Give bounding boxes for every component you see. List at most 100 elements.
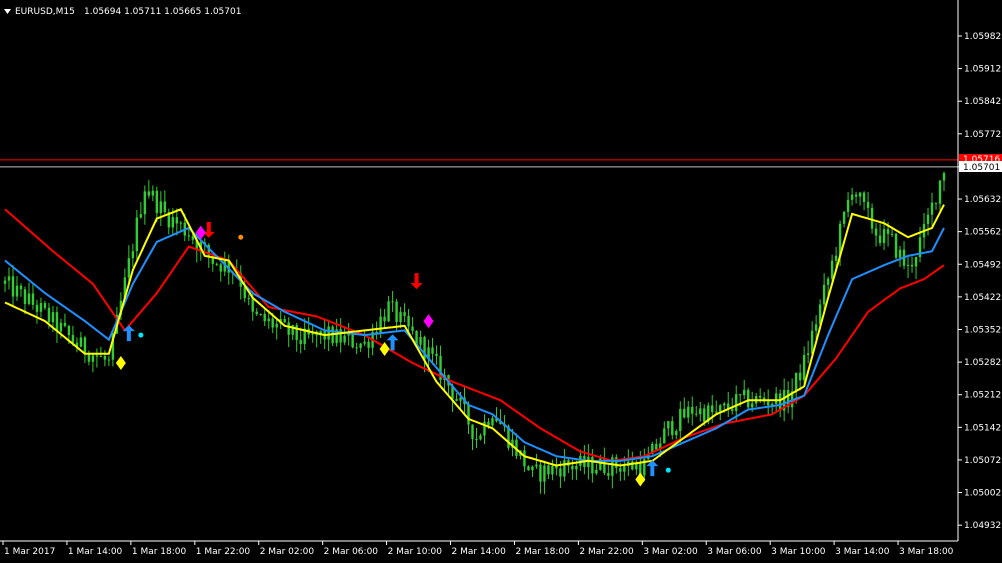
candle-body	[387, 301, 390, 322]
candle-body	[403, 312, 406, 316]
candle-body	[862, 192, 866, 202]
candle-body	[23, 289, 27, 304]
price-tick-label: 1.05842	[964, 97, 1001, 107]
candle-body	[43, 303, 47, 308]
price-tick-label: 1.05912	[964, 65, 1001, 75]
candle-body	[747, 389, 750, 408]
candle-body	[455, 398, 458, 401]
candle-body	[619, 468, 622, 472]
time-tick-label: 3 Mar 18:00	[899, 547, 954, 557]
candle-body	[283, 319, 286, 323]
candle-body	[739, 394, 742, 396]
candle-body	[407, 315, 410, 327]
current-price-label: 1.05701	[963, 163, 1000, 173]
candle-body	[890, 233, 894, 235]
candle-body	[399, 312, 402, 323]
candle-body	[731, 409, 734, 411]
candle-body	[435, 353, 438, 357]
candle-body	[607, 473, 610, 476]
candle-body	[719, 405, 722, 412]
chart-canvas[interactable]: 1.05982 1.05912 1.05842 1.05772 1.05701 1.056…	[0, 0, 1002, 563]
candle-body	[563, 460, 566, 477]
candle-body	[267, 318, 270, 322]
price-tick-label: 1.05072	[964, 456, 1001, 466]
candle-body	[826, 278, 830, 285]
candle-body	[655, 443, 658, 450]
candle-body	[103, 355, 107, 360]
candle-body	[3, 280, 7, 284]
candle-body	[591, 456, 594, 474]
time-tick-label: 1 Mar 14:00	[68, 547, 123, 557]
candle-body	[846, 199, 850, 212]
time-tick-label: 3 Mar 02:00	[643, 547, 698, 557]
time-tick-label: 2 Mar 14:00	[452, 547, 507, 557]
candle-body	[830, 260, 834, 279]
candle-body	[663, 428, 666, 444]
price-tick-label: 1.05632	[964, 195, 1001, 205]
candle-body	[571, 465, 574, 470]
candle-body	[914, 257, 918, 267]
candle-body	[367, 341, 370, 348]
candle-body	[151, 190, 155, 196]
candle-body	[55, 312, 59, 332]
candle-body	[671, 421, 674, 436]
candle-body	[850, 194, 854, 200]
dot-orange-icon	[238, 234, 244, 240]
candle-body	[751, 403, 754, 408]
candle-body	[938, 180, 942, 204]
candle-body	[287, 322, 290, 335]
candle-body	[99, 355, 103, 357]
candle-body	[155, 190, 159, 214]
price-tick-label: 1.05352	[964, 325, 1001, 335]
candle-body	[87, 354, 91, 362]
price-tick-label: 1.05002	[964, 489, 1001, 499]
candle-body	[299, 339, 302, 345]
candle-body	[71, 335, 75, 343]
candle-body	[11, 276, 15, 297]
candle-body	[683, 408, 686, 418]
candle-body	[139, 214, 143, 218]
candle-body	[379, 316, 382, 334]
candle-body	[910, 264, 914, 267]
candle-body	[687, 406, 690, 418]
candle-body	[806, 353, 810, 355]
candle-body	[539, 464, 542, 482]
price-tick-label: 1.05562	[964, 228, 1001, 238]
candle-body	[575, 465, 578, 470]
candle-body	[886, 229, 890, 234]
candle-body	[107, 359, 111, 361]
candle-body	[355, 347, 358, 349]
candle-body	[858, 192, 862, 197]
time-tick-label: 1 Mar 22:00	[196, 547, 251, 557]
candle-body	[631, 461, 634, 470]
candle-body	[743, 389, 746, 396]
candle-body	[703, 408, 706, 422]
candle-body	[31, 293, 35, 305]
price-tick-label: 1.05422	[964, 293, 1001, 303]
candle-body	[559, 468, 562, 477]
candle-body	[275, 323, 278, 328]
candle-body	[579, 455, 582, 466]
candle-body	[247, 298, 250, 300]
candle-body	[27, 293, 31, 304]
time-tick-label: 2 Mar 18:00	[515, 547, 570, 557]
candle-body	[531, 466, 534, 471]
price-tick-label: 1.04932	[964, 521, 1001, 531]
candle-body	[19, 285, 23, 290]
candle-body	[774, 393, 778, 404]
candle-body	[255, 311, 258, 315]
candle-body	[758, 395, 762, 398]
candle-body	[383, 316, 386, 322]
candle-body	[854, 194, 858, 197]
time-tick-label: 1 Mar 18:00	[132, 547, 187, 557]
candle-body	[814, 324, 818, 331]
candle-body	[479, 435, 482, 440]
candle-body	[874, 228, 878, 236]
price-tick-label: 1.05982	[964, 32, 1001, 42]
candle-body	[259, 313, 262, 315]
candle-body	[63, 322, 67, 326]
candle-body	[175, 217, 179, 224]
candle-body	[551, 465, 554, 475]
candle-body	[735, 394, 738, 411]
dot-cyan-icon	[665, 467, 671, 473]
